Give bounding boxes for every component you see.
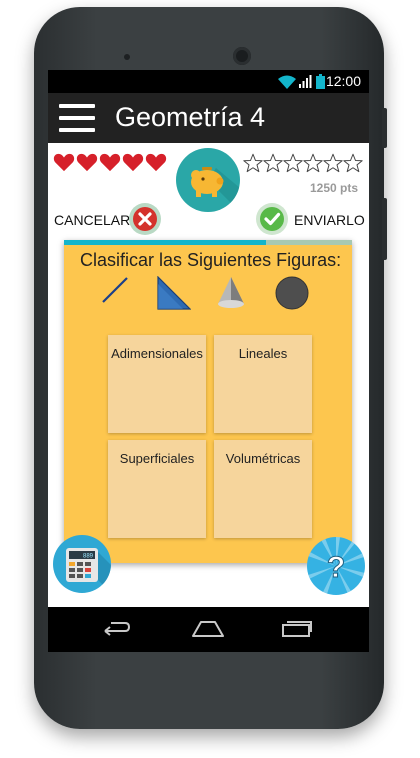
cone-icon[interactable] (216, 276, 246, 310)
wifi-icon (278, 75, 296, 89)
question-mark-icon: ? (308, 537, 365, 594)
calculator-icon: 889 (66, 548, 111, 593)
star-icon (283, 153, 303, 173)
heart-icon (122, 153, 144, 172)
front-camera (233, 47, 251, 65)
heart-icon (99, 153, 121, 172)
heart-icon (76, 153, 98, 172)
help-button[interactable]: ? (307, 537, 365, 595)
progress-fill (64, 240, 266, 245)
cancel-label[interactable]: CANCELAR (54, 212, 130, 228)
category-label: Volumétricas (225, 451, 301, 466)
points-counter: 1250 pts (310, 181, 359, 195)
exercise-panel: Clasificar las Siguientes Figuras: Adime… (64, 240, 352, 563)
status-time: 12:00 (325, 73, 361, 89)
circle-icon[interactable] (275, 276, 309, 310)
piggy-bank-button[interactable] (176, 148, 240, 212)
app-bar: Geometría 4 (48, 93, 369, 143)
star-icon (263, 153, 283, 173)
drop-zone-volumetricas[interactable]: Volumétricas (214, 440, 312, 538)
calculator-button[interactable]: 889 (53, 535, 111, 593)
star-icon (343, 153, 363, 173)
heart-icon (145, 153, 167, 172)
category-label: Lineales (238, 346, 288, 361)
drop-zone-superficiales[interactable]: Superficiales (108, 440, 206, 538)
volume-button (382, 108, 387, 148)
category-label: Adimensionales (111, 346, 203, 361)
check-icon (256, 203, 288, 235)
recent-apps-icon[interactable] (281, 618, 313, 638)
status-bar: 12:00 (48, 70, 369, 93)
rating-stars (243, 153, 363, 178)
right-triangle-icon[interactable] (157, 276, 191, 310)
sensor-dot (124, 54, 130, 60)
piggy-bank-icon (191, 167, 240, 212)
page-title: Geometría 4 (115, 102, 266, 132)
heart-icon (53, 153, 75, 172)
screen: 12:00 Geometría 4 1250 pts CANCELAR ENVI… (48, 70, 369, 652)
lives-hearts (53, 152, 168, 177)
hamburger-menu-icon[interactable] (59, 104, 95, 132)
back-icon[interactable] (101, 618, 131, 638)
send-label[interactable]: ENVIARLO (294, 212, 365, 228)
home-icon[interactable] (191, 618, 225, 638)
star-icon (243, 153, 263, 173)
send-button[interactable] (256, 203, 288, 235)
category-label: Superficiales (119, 451, 195, 466)
drop-zone-lineales[interactable]: Lineales (214, 335, 312, 433)
exercise-title: Clasificar las Siguientes Figuras: (80, 250, 342, 270)
calculator-display: 889 (83, 554, 94, 560)
progress-bar (64, 240, 352, 245)
battery-icon (316, 74, 325, 89)
line-segment-icon[interactable] (101, 276, 129, 304)
star-icon (303, 153, 323, 173)
star-icon (323, 153, 343, 173)
power-button (382, 198, 387, 260)
cancel-button[interactable] (129, 203, 161, 235)
system-nav-bar (48, 607, 369, 652)
drop-zone-adimensionales[interactable]: Adimensionales (108, 335, 206, 433)
svg-text:?: ? (327, 551, 345, 584)
close-icon (129, 203, 161, 235)
signal-icon (299, 75, 312, 88)
